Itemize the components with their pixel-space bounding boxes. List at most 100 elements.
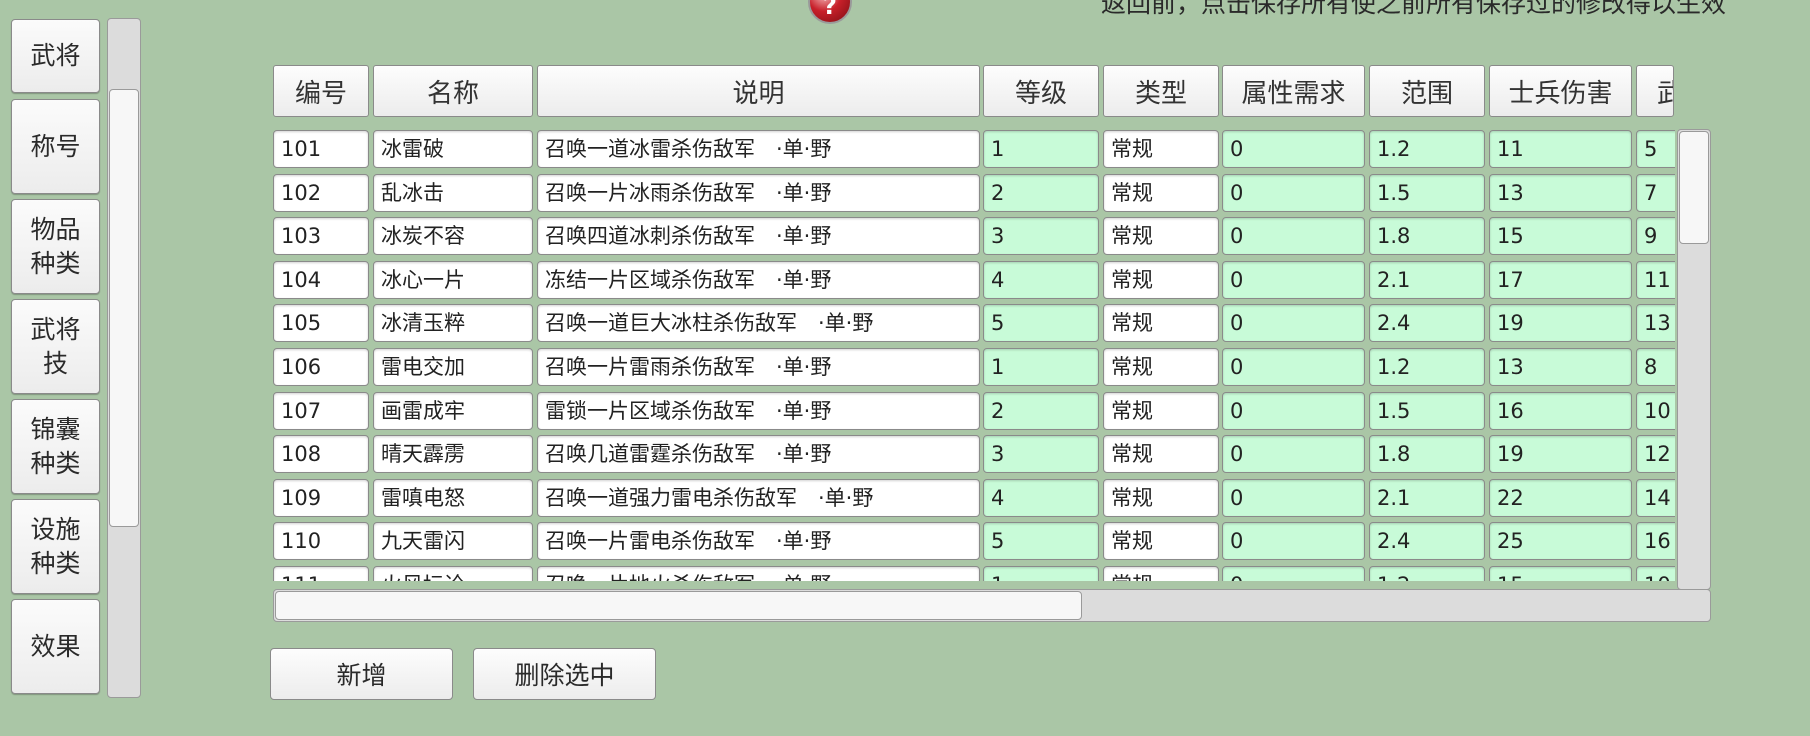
col-header-name[interactable]: 名称 — [373, 65, 533, 117]
cell-level[interactable]: 4 — [983, 478, 1099, 517]
cell-level[interactable]: 1 — [983, 130, 1099, 168]
cell-description[interactable]: 召唤一片雷电杀伤敌军 ·单·野 — [537, 522, 980, 561]
col-header-id[interactable]: 编号 — [273, 65, 369, 117]
cell-range[interactable]: 1.2 — [1369, 566, 1485, 581]
cell-id[interactable]: 101 — [273, 130, 369, 168]
tab-facility-type[interactable]: 设施 种类 — [11, 499, 100, 594]
cell-soldier-damage[interactable]: 19 — [1489, 435, 1632, 474]
cell-soldier-damage[interactable]: 17 — [1489, 260, 1632, 299]
help-button[interactable]: ? — [808, 0, 852, 24]
cell-id[interactable]: 102 — [273, 173, 369, 212]
cell-general-damage[interactable]: 5 — [1636, 130, 1675, 168]
cell-name[interactable]: 画雷成牢 — [373, 391, 533, 430]
cell-name[interactable]: 雷电交加 — [373, 348, 533, 386]
cell-soldier-damage[interactable]: 15 — [1489, 566, 1632, 581]
cell-range[interactable]: 1.8 — [1369, 435, 1485, 474]
cell-attr-req[interactable]: 0 — [1222, 566, 1365, 581]
cell-soldier-damage[interactable]: 13 — [1489, 173, 1632, 212]
cell-level[interactable]: 3 — [983, 217, 1099, 256]
cell-description[interactable]: 召唤一道强力雷电杀伤敌军 ·单·野 — [537, 478, 980, 517]
cell-attr-req[interactable]: 0 — [1222, 391, 1365, 430]
cell-id[interactable]: 104 — [273, 260, 369, 299]
cell-general-damage[interactable]: 7 — [1636, 173, 1675, 212]
cell-name[interactable]: 火风坛论 — [373, 566, 533, 581]
cell-level[interactable]: 3 — [983, 435, 1099, 474]
cell-attr-req[interactable]: 0 — [1222, 130, 1365, 168]
cell-type[interactable]: 常规 — [1103, 478, 1219, 517]
cell-level[interactable]: 2 — [983, 173, 1099, 212]
cell-soldier-damage[interactable]: 25 — [1489, 522, 1632, 561]
cell-attr-req[interactable]: 0 — [1222, 173, 1365, 212]
cell-range[interactable]: 2.4 — [1369, 304, 1485, 343]
cell-type[interactable]: 常规 — [1103, 566, 1219, 581]
cell-general-damage[interactable]: 10 — [1636, 566, 1675, 581]
cell-name[interactable]: 乱冰击 — [373, 173, 533, 212]
cell-type[interactable]: 常规 — [1103, 522, 1219, 561]
tab-tactic-type[interactable]: 锦囊 种类 — [11, 399, 100, 494]
tab-effect[interactable]: 效果 — [11, 599, 100, 694]
cell-name[interactable]: 晴天霹雳 — [373, 435, 533, 474]
cell-type[interactable]: 常规 — [1103, 435, 1219, 474]
cell-range[interactable]: 2.1 — [1369, 478, 1485, 517]
cell-type[interactable]: 常规 — [1103, 130, 1219, 168]
table-horizontal-scrollbar[interactable] — [273, 589, 1711, 622]
cell-level[interactable]: 1 — [983, 348, 1099, 386]
cell-name[interactable]: 冰心一片 — [373, 260, 533, 299]
cell-soldier-damage[interactable]: 16 — [1489, 391, 1632, 430]
cell-general-damage[interactable]: 11 — [1636, 260, 1675, 299]
cell-level[interactable]: 5 — [983, 304, 1099, 343]
cell-level[interactable]: 5 — [983, 522, 1099, 561]
cell-description[interactable]: 召唤四道冰刺杀伤敌军 ·单·野 — [537, 217, 980, 256]
tab-general[interactable]: 武将 — [11, 19, 100, 93]
cell-id[interactable]: 103 — [273, 217, 369, 256]
table-vertical-scrollbar[interactable] — [1677, 129, 1711, 590]
cell-soldier-damage[interactable]: 19 — [1489, 304, 1632, 343]
cell-id[interactable]: 108 — [273, 435, 369, 474]
cell-id[interactable]: 106 — [273, 348, 369, 386]
cell-description[interactable]: 召唤一片雷雨杀伤敌军 ·单·野 — [537, 348, 980, 386]
cell-soldier-damage[interactable]: 22 — [1489, 478, 1632, 517]
cell-range[interactable]: 2.1 — [1369, 260, 1485, 299]
col-header-level[interactable]: 等级 — [983, 65, 1099, 117]
cell-id[interactable]: 105 — [273, 304, 369, 343]
table-hscroll-thumb[interactable] — [275, 591, 1082, 620]
cell-general-damage[interactable]: 16 — [1636, 522, 1675, 561]
cell-name[interactable]: 冰清玉粹 — [373, 304, 533, 343]
cell-range[interactable]: 1.8 — [1369, 217, 1485, 256]
cell-soldier-damage[interactable]: 11 — [1489, 130, 1632, 168]
cell-soldier-damage[interactable]: 15 — [1489, 217, 1632, 256]
cell-description[interactable]: 召唤一片地火杀伤敌军 ·单·野 — [537, 566, 980, 581]
cell-attr-req[interactable]: 0 — [1222, 304, 1365, 343]
col-header-soldier-damage[interactable]: 士兵伤害 — [1489, 65, 1632, 117]
cell-type[interactable]: 常规 — [1103, 304, 1219, 343]
delete-selected-button[interactable]: 删除选中 — [473, 648, 656, 700]
cell-range[interactable]: 1.5 — [1369, 391, 1485, 430]
cell-range[interactable]: 1.2 — [1369, 130, 1485, 168]
cell-attr-req[interactable]: 0 — [1222, 522, 1365, 561]
cell-level[interactable]: 2 — [983, 391, 1099, 430]
cell-soldier-damage[interactable]: 13 — [1489, 348, 1632, 386]
cell-general-damage[interactable]: 8 — [1636, 348, 1675, 386]
cell-type[interactable]: 常规 — [1103, 260, 1219, 299]
cell-attr-req[interactable]: 0 — [1222, 478, 1365, 517]
col-header-description[interactable]: 说明 — [537, 65, 980, 117]
cell-description[interactable]: 召唤几道雷霆杀伤敌军 ·单·野 — [537, 435, 980, 474]
cell-attr-req[interactable]: 0 — [1222, 348, 1365, 386]
col-header-type[interactable]: 类型 — [1103, 65, 1219, 117]
cell-attr-req[interactable]: 0 — [1222, 435, 1365, 474]
cell-description[interactable]: 冻结一片区域杀伤敌军 ·单·野 — [537, 260, 980, 299]
cell-name[interactable]: 九天雷闪 — [373, 522, 533, 561]
cell-description[interactable]: 雷锁一片区域杀伤敌军 ·单·野 — [537, 391, 980, 430]
cell-type[interactable]: 常规 — [1103, 217, 1219, 256]
col-header-attr-req[interactable]: 属性需求 — [1222, 65, 1365, 117]
cell-general-damage[interactable]: 13 — [1636, 304, 1675, 343]
sidebar-scrollbar[interactable] — [107, 18, 141, 698]
cell-name[interactable]: 雷嗔电怒 — [373, 478, 533, 517]
cell-id[interactable]: 109 — [273, 478, 369, 517]
tab-item-type[interactable]: 物品 种类 — [11, 199, 100, 294]
sidebar-scroll-thumb[interactable] — [109, 89, 139, 527]
cell-name[interactable]: 冰雷破 — [373, 130, 533, 168]
cell-general-damage[interactable]: 14 — [1636, 478, 1675, 517]
tab-title[interactable]: 称号 — [11, 99, 100, 194]
cell-attr-req[interactable]: 0 — [1222, 260, 1365, 299]
